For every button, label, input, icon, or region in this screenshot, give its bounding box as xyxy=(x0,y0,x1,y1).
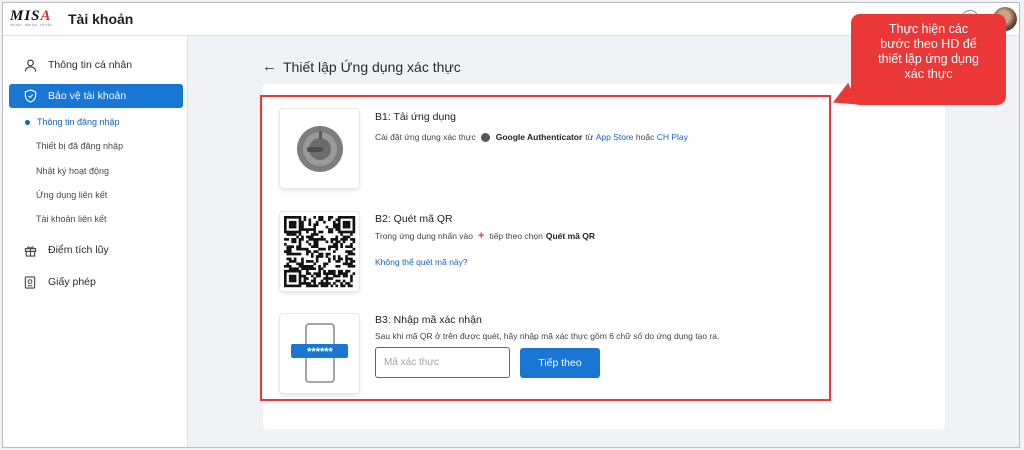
subitem-label: Thiết bị đã đăng nhập xyxy=(36,141,124,151)
subitem-label: Ứng dụng liên kết xyxy=(36,190,108,200)
subitem-label: Thông tin đăng nhập xyxy=(37,117,120,127)
step1-desc-prefix: Cài đặt ứng dụng xác thực xyxy=(375,132,476,142)
logo-tagline: TIN CẬY · TIỆN ÍCH · TỐI TÂN xyxy=(10,23,52,27)
sidebar-item-label: Bảo vệ tài khoản xyxy=(48,90,127,102)
sidebar: Thông tin cá nhân Bảo vệ tài khoản Thông… xyxy=(3,36,188,447)
step1-description: Cài đặt ứng dụng xác thực Google Authent… xyxy=(375,132,688,142)
step2-title: B2: Quét mã QR xyxy=(375,213,453,225)
google-authenticator-icon xyxy=(480,132,490,142)
subitem-label: Tài khoản liên kết xyxy=(36,214,107,224)
app-store-link[interactable]: App Store xyxy=(596,132,634,142)
page-title: Thiết lập Ứng dụng xác thực xyxy=(283,59,461,75)
verification-code-input[interactable] xyxy=(375,347,510,378)
step2-description: Trong ứng dụng nhấn vào + tiếp theo chọn… xyxy=(375,230,598,242)
app-name: Google Authenticator xyxy=(495,132,583,142)
authenticator-app-icon xyxy=(280,109,359,188)
phone-code-icon: ****** xyxy=(280,314,359,393)
person-icon xyxy=(23,58,37,72)
subitem-linked-accounts[interactable]: Tài khoản liên kết xyxy=(36,212,107,226)
cant-scan-link[interactable]: Không thể quét mã này? xyxy=(375,257,468,267)
subitem-activity-log[interactable]: Nhật ký hoạt động xyxy=(36,164,109,178)
next-button[interactable]: Tiếp theo xyxy=(520,348,600,378)
step3-title: B3: Nhập mã xác nhận xyxy=(375,314,482,326)
plus-icon: + xyxy=(478,230,485,242)
misa-logo[interactable]: MISA TIN CẬY · TIỆN ÍCH · TỐI TÂN xyxy=(10,8,60,30)
sidebar-item-license[interactable]: Giấy phép xyxy=(9,270,183,294)
sidebar-item-account-protection[interactable]: Bảo vệ tài khoản xyxy=(9,84,183,108)
license-icon xyxy=(23,275,37,289)
ch-play-link[interactable]: CH Play xyxy=(657,132,688,142)
subitem-login-info[interactable]: Thông tin đăng nhập xyxy=(25,115,120,129)
step1-title: B1: Tải ứng dụng xyxy=(375,111,456,123)
qr-code-graphic xyxy=(284,216,356,288)
sidebar-item-points[interactable]: Điểm tích lũy xyxy=(9,238,183,262)
or-text: hoặc xyxy=(635,132,655,142)
step2-desc-prefix: Trong ứng dụng nhấn vào xyxy=(375,231,474,241)
callout-line: bước theo HD để xyxy=(880,37,977,51)
gift-icon xyxy=(23,243,37,257)
subitem-label: Nhật ký hoạt động xyxy=(36,166,110,176)
subitem-linked-apps[interactable]: Ứng dụng liên kết xyxy=(36,188,107,202)
app-title: Tài khoản xyxy=(68,11,134,27)
instruction-callout: Thực hiện các bước theo HD để thiết lập … xyxy=(851,14,1006,105)
code-mask: ****** xyxy=(307,346,333,358)
callout-line: thiết lập ứng dụng xyxy=(878,52,979,66)
step3-description: Sau khi mã QR ở trên được quét, hãy nhập… xyxy=(375,331,720,341)
qr-code xyxy=(280,212,359,291)
step2-desc-mid: tiếp theo chọn xyxy=(489,231,543,241)
callout-line: xác thực xyxy=(904,67,953,81)
subitem-logged-devices[interactable]: Thiết bị đã đăng nhập xyxy=(36,139,123,153)
sidebar-item-label: Giấy phép xyxy=(48,276,96,288)
callout-line: Thực hiện các xyxy=(888,22,969,36)
logo-text: MISA xyxy=(10,8,52,24)
sidebar-item-personal-info[interactable]: Thông tin cá nhân xyxy=(9,53,183,77)
from-text: từ xyxy=(585,132,594,142)
scan-qr-action: Quét mã QR xyxy=(545,231,595,241)
shield-icon xyxy=(23,89,37,103)
sidebar-item-label: Thông tin cá nhân xyxy=(48,59,133,71)
sidebar-item-label: Điểm tích lũy xyxy=(48,244,109,256)
active-dot xyxy=(25,119,30,125)
back-arrow-icon[interactable]: ← xyxy=(262,58,277,75)
